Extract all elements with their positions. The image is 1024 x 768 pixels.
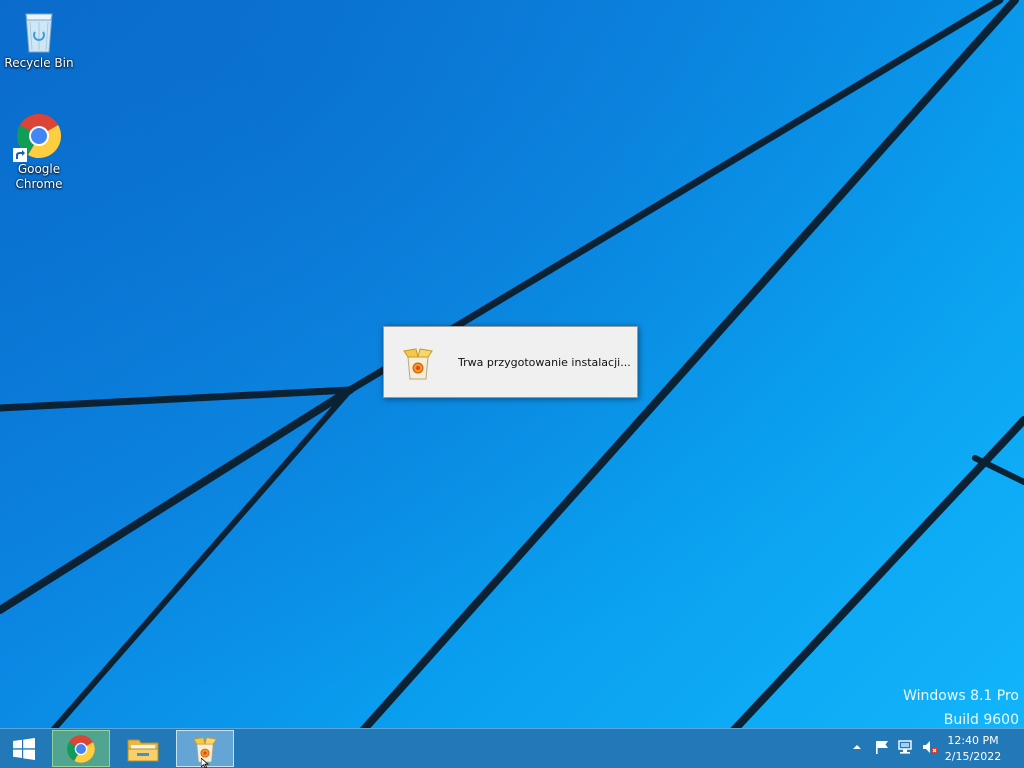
desktop-icon-google-chrome[interactable]: Google Chrome — [1, 112, 77, 192]
windows-edition: Windows 8.1 Pro — [903, 688, 1019, 704]
chrome-icon — [67, 734, 95, 763]
installer-icon — [402, 345, 434, 381]
shortcut-arrow-icon — [13, 148, 27, 162]
chrome-icon — [13, 112, 63, 162]
folder-icon — [127, 739, 159, 761]
mouse-cursor-icon — [201, 758, 210, 768]
chevron-up-icon[interactable] — [851, 736, 869, 758]
start-button[interactable] — [0, 730, 48, 767]
taskbar-button-file-explorer[interactable] — [114, 730, 172, 767]
taskbar — [0, 728, 1024, 768]
network-icon[interactable] — [897, 736, 915, 758]
desktop-icon-label: Recycle Bin — [4, 56, 74, 70]
taskbar-button-chrome[interactable] — [52, 730, 110, 767]
windows-logo-icon — [13, 737, 35, 760]
dialog-message: Trwa przygotowanie instalacji... — [458, 356, 631, 369]
install-preparation-dialog: Trwa przygotowanie instalacji... — [383, 326, 638, 398]
desktop-icon-label: Google Chrome — [15, 162, 63, 191]
recycle-bin-icon — [15, 6, 63, 54]
clock-date: 2/15/2022 — [944, 750, 1002, 763]
speaker-muted-icon[interactable] — [921, 736, 939, 758]
flag-icon[interactable] — [873, 736, 891, 758]
windows-watermark: Windows 8.1 Pro Build 9600 — [903, 684, 1019, 732]
system-clock[interactable]: 12:40 PM 2/15/2022 — [938, 733, 1008, 765]
desktop: Recycle Bin Google Chrome Trwa przygotow… — [0, 0, 1024, 768]
clock-time: 12:40 PM — [947, 734, 999, 747]
desktop-icon-recycle-bin[interactable]: Recycle Bin — [1, 6, 77, 71]
